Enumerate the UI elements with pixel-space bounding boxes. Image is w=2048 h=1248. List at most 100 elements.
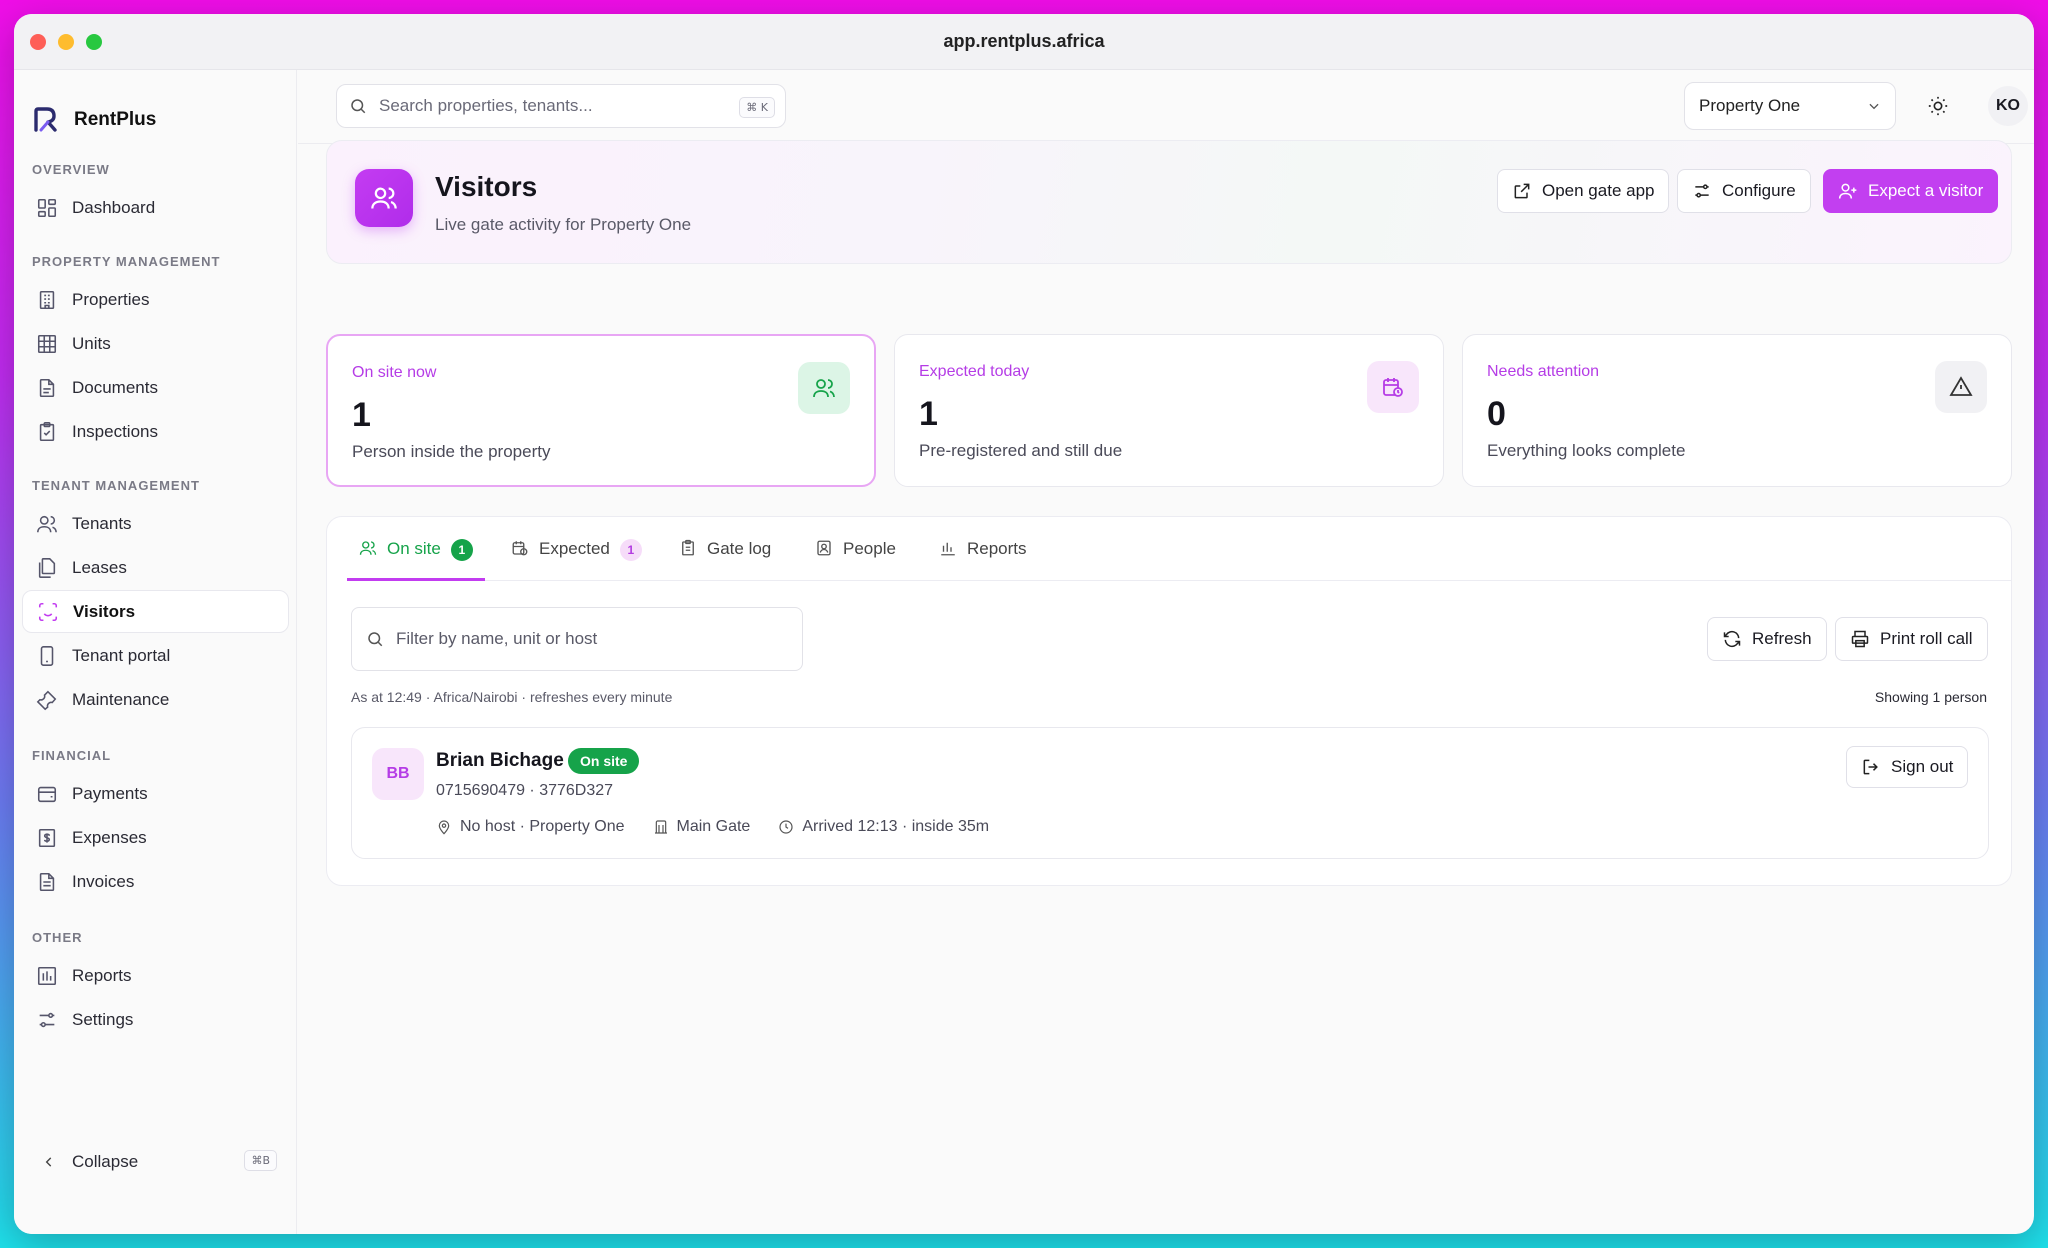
nav-section-other: OTHER (32, 930, 83, 945)
top-bar: ⌘ K Property One KO (298, 70, 2034, 144)
refresh-icon (1723, 630, 1741, 648)
filter-input[interactable] (396, 629, 776, 649)
nav-item-label: Settings (72, 1009, 134, 1029)
visitors-panel: On site 1 Expected 1 Gate log People Rep… (326, 516, 2012, 886)
user-plus-icon (1838, 183, 1857, 199)
window-url: app.rentplus.africa (943, 31, 1105, 51)
nav-section-tenant-management: TENANT MANAGEMENT (32, 478, 200, 493)
tab-expected[interactable]: Expected 1 (499, 535, 654, 581)
visitor-filter[interactable] (351, 607, 803, 671)
expect-visitor-label: Expect a visitor (1868, 181, 1984, 200)
page-subtitle: Live gate activity for Property One (435, 215, 692, 234)
visitor-gate: Main Gate (676, 818, 751, 835)
stat-label: Needs attention (1487, 363, 1600, 380)
building-icon (39, 290, 55, 309)
nav-item-tenants[interactable]: Tenants (22, 502, 289, 545)
search-icon (368, 632, 383, 647)
nav-item-maintenance[interactable]: Maintenance (22, 678, 289, 721)
print-roll-call-button[interactable]: Print roll call (1835, 617, 1988, 661)
sliders-icon (1695, 184, 1709, 198)
visitors-header-icon (355, 169, 413, 227)
stat-value: 1 (352, 396, 371, 434)
nav-item-units[interactable]: Units (22, 322, 289, 365)
nav-item-leases[interactable]: Leases (22, 546, 289, 589)
nav-item-invoices[interactable]: Invoices (22, 860, 289, 903)
bar-chart-icon (37, 966, 57, 985)
search-input[interactable] (379, 96, 719, 116)
theme-toggle-button[interactable] (1922, 90, 1954, 122)
tab-gate-log[interactable]: Gate log (667, 535, 783, 581)
alert-triangle-icon (1935, 361, 1987, 413)
nav-item-label: Dashboard (72, 197, 156, 217)
nav-item-label: Visitors (73, 601, 136, 621)
stat-desc: Everything looks complete (1487, 441, 1686, 460)
receipt-icon (38, 828, 56, 847)
nav-item-label: Expenses (72, 827, 147, 847)
calendar-clock-icon (512, 541, 528, 556)
gate-icon (654, 820, 667, 834)
stat-on-site-now[interactable]: On site now 1 Person inside the property (326, 334, 876, 487)
nav-item-tenant-portal[interactable]: Tenant portal (22, 634, 289, 677)
status-badge: On site (568, 748, 640, 774)
collapse-shortcut: ⌘B (244, 1150, 277, 1171)
nav-item-label: Reports (72, 965, 132, 985)
print-roll-call-label: Print roll call (1880, 629, 1973, 648)
brand[interactable]: RentPlus (32, 106, 156, 134)
stat-expected-today[interactable]: Expected today 1 Pre-registered and stil… (894, 334, 1444, 487)
log-out-icon (1863, 759, 1878, 775)
expect-visitor-button[interactable]: Expect a visitor (1823, 169, 1999, 213)
nav-item-dashboard[interactable]: Dashboard (22, 186, 289, 229)
users-icon (37, 515, 57, 532)
sign-out-button[interactable]: Sign out (1846, 746, 1969, 788)
users-icon (359, 541, 377, 555)
calendar-clock-icon (1367, 361, 1419, 413)
refresh-label: Refresh (1752, 629, 1812, 648)
wrench-icon (36, 690, 57, 710)
search-shortcut: ⌘ K (739, 97, 775, 118)
stat-label: On site now (352, 364, 437, 381)
document-icon (39, 378, 55, 397)
nav-item-settings[interactable]: Settings (22, 998, 289, 1041)
clock-icon (779, 820, 793, 834)
open-gate-app-button[interactable]: Open gate app (1497, 169, 1670, 213)
sign-out-label: Sign out (1891, 757, 1954, 776)
property-select-value: Property One (1699, 96, 1801, 115)
stat-desc: Person inside the property (352, 442, 551, 461)
scan-face-icon (38, 602, 58, 621)
maximize-window-button[interactable] (86, 34, 102, 50)
close-window-button[interactable] (30, 34, 46, 50)
nav-item-reports[interactable]: Reports (22, 954, 289, 997)
property-select[interactable]: Property One (1684, 82, 1896, 130)
tab-on-site[interactable]: On site 1 (347, 535, 485, 581)
nav-item-visitors[interactable]: Visitors (22, 590, 289, 633)
configure-button[interactable]: Configure (1677, 169, 1811, 213)
nav-item-label: Tenant portal (72, 645, 171, 665)
nav-item-payments[interactable]: Payments (22, 772, 289, 815)
visitor-tabs: On site 1 Expected 1 Gate log People Rep… (347, 517, 2011, 581)
tab-reports[interactable]: Reports (927, 535, 1039, 581)
stat-needs-attention[interactable]: Needs attention 0 Everything looks compl… (1462, 334, 2012, 487)
collapse-sidebar-button[interactable]: Collapse ⌘B (22, 1142, 289, 1182)
nav-item-inspections[interactable]: Inspections (22, 410, 289, 453)
nav-item-label: Units (72, 333, 111, 353)
visitor-row[interactable]: BB Brian Bichage On site 0715690479 · 37… (351, 727, 1989, 859)
global-search[interactable]: ⌘ K (336, 84, 786, 128)
tab-label: Reports (967, 539, 1027, 558)
minimize-window-button[interactable] (58, 34, 74, 50)
tab-people[interactable]: People (803, 535, 908, 581)
configure-label: Configure (1722, 181, 1796, 200)
tab-label: Expected (539, 539, 610, 558)
user-avatar[interactable]: KO (1988, 86, 2028, 126)
nav-item-expenses[interactable]: Expenses (22, 816, 289, 859)
collapse-label: Collapse (72, 1152, 139, 1171)
nav-item-properties[interactable]: Properties (22, 278, 289, 321)
stat-value: 0 (1487, 395, 1506, 433)
users-icon (798, 362, 850, 414)
visitor-avatar: BB (372, 748, 424, 800)
nav-item-documents[interactable]: Documents (22, 366, 289, 409)
open-gate-app-label: Open gate app (1542, 181, 1655, 200)
printer-icon (1851, 630, 1869, 648)
visitor-host: No host · Property One (460, 818, 625, 835)
refresh-button[interactable]: Refresh (1707, 617, 1827, 661)
chevron-down-icon (1869, 103, 1879, 110)
